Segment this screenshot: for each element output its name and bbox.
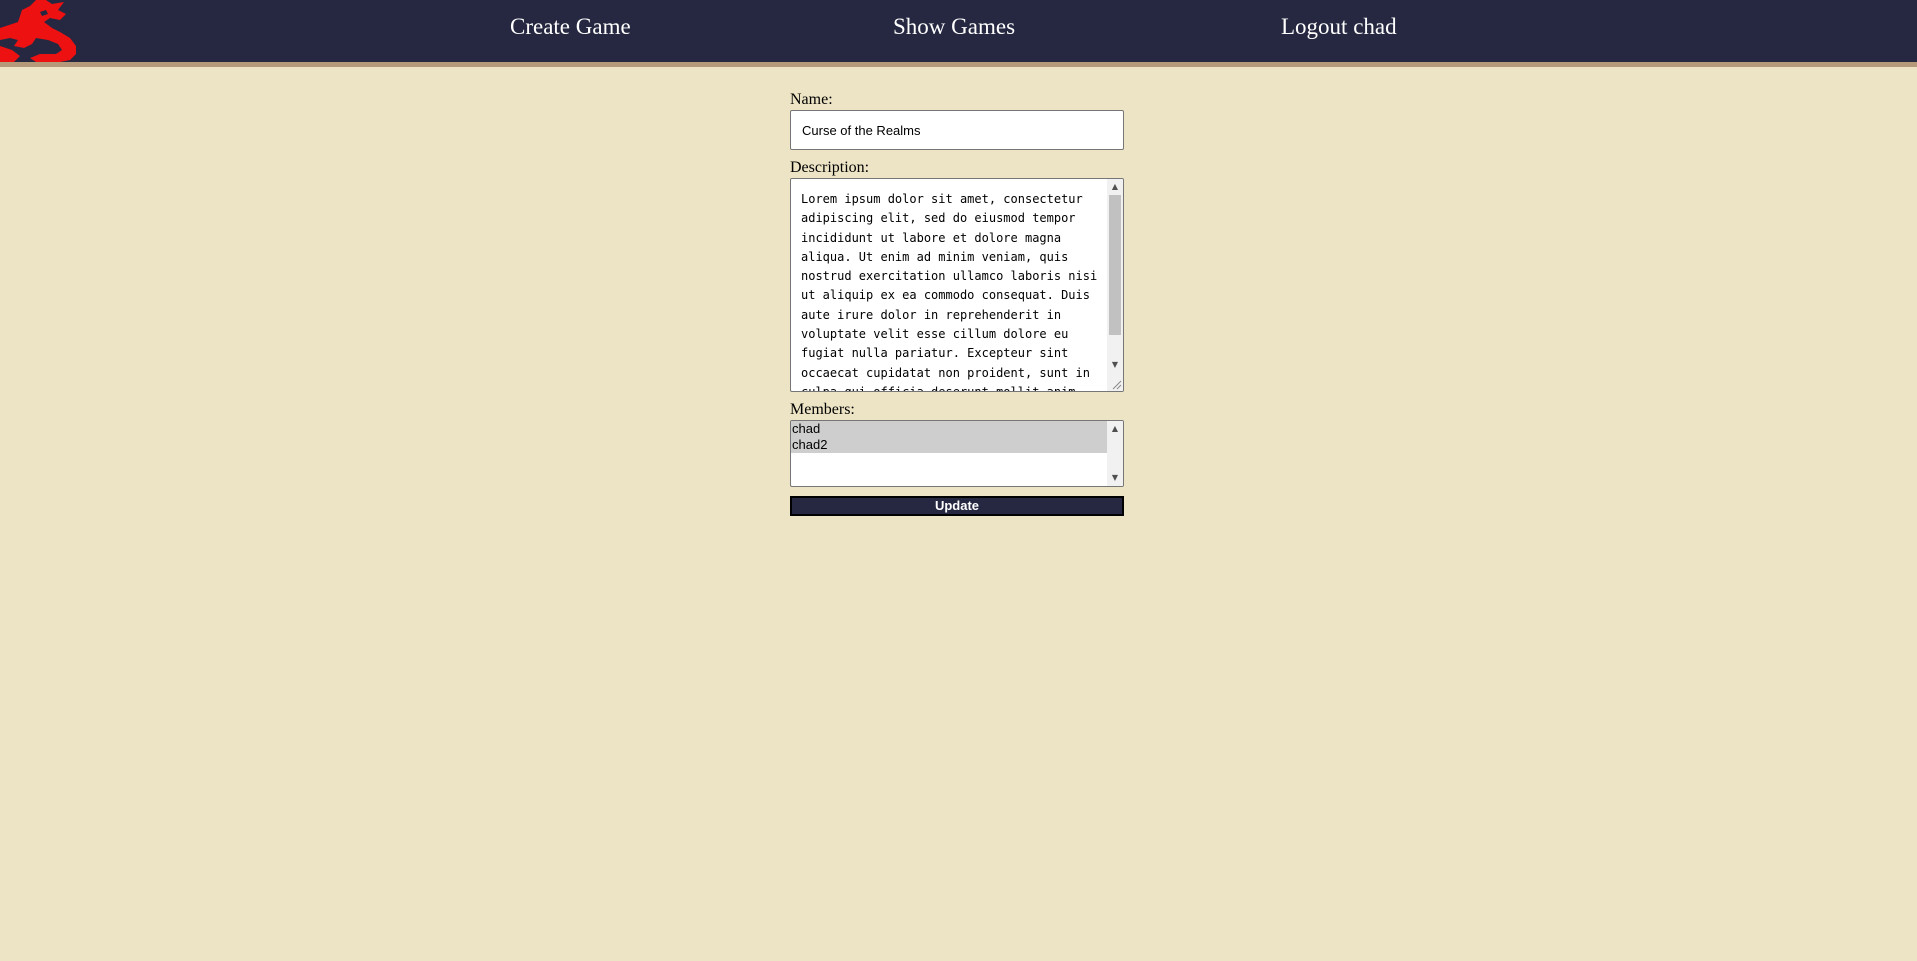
description-label: Description: (790, 159, 870, 176)
name-label: Name: (790, 91, 833, 108)
member-option[interactable]: chad2 (791, 437, 1107, 453)
description-textarea[interactable]: Lorem ipsum dolor sit amet, consectetur … (790, 178, 1124, 392)
scroll-down-arrow-icon[interactable]: ▼ (1107, 357, 1123, 373)
dragon-logo-icon[interactable] (0, 0, 80, 62)
member-option[interactable]: chad (791, 421, 1107, 437)
description-scrollbar[interactable]: ▲ ▼ (1107, 179, 1123, 391)
nav-show-games-link[interactable]: Show Games (893, 14, 1015, 40)
scroll-down-arrow-icon[interactable]: ▼ (1107, 470, 1123, 486)
members-select[interactable]: chad chad2 ▲ ▼ (790, 420, 1124, 487)
members-scrollbar[interactable]: ▲ ▼ (1107, 421, 1123, 486)
navbar: Create Game Show Games Logout chad (0, 0, 1917, 67)
update-button[interactable]: Update (790, 496, 1124, 516)
scroll-up-arrow-icon[interactable]: ▲ (1107, 421, 1123, 437)
resize-grip-icon[interactable] (1112, 380, 1122, 390)
name-input[interactable] (790, 110, 1124, 150)
nav-create-game-link[interactable]: Create Game (510, 14, 631, 40)
nav-logout-link[interactable]: Logout chad (1281, 14, 1397, 40)
scroll-up-arrow-icon[interactable]: ▲ (1107, 179, 1123, 195)
description-scroll-thumb[interactable] (1109, 195, 1121, 335)
edit-game-form: Name: Description: Lorem ipsum dolor sit… (790, 90, 1124, 516)
description-text[interactable]: Lorem ipsum dolor sit amet, consectetur … (801, 190, 1101, 391)
members-label: Members: (790, 401, 855, 418)
